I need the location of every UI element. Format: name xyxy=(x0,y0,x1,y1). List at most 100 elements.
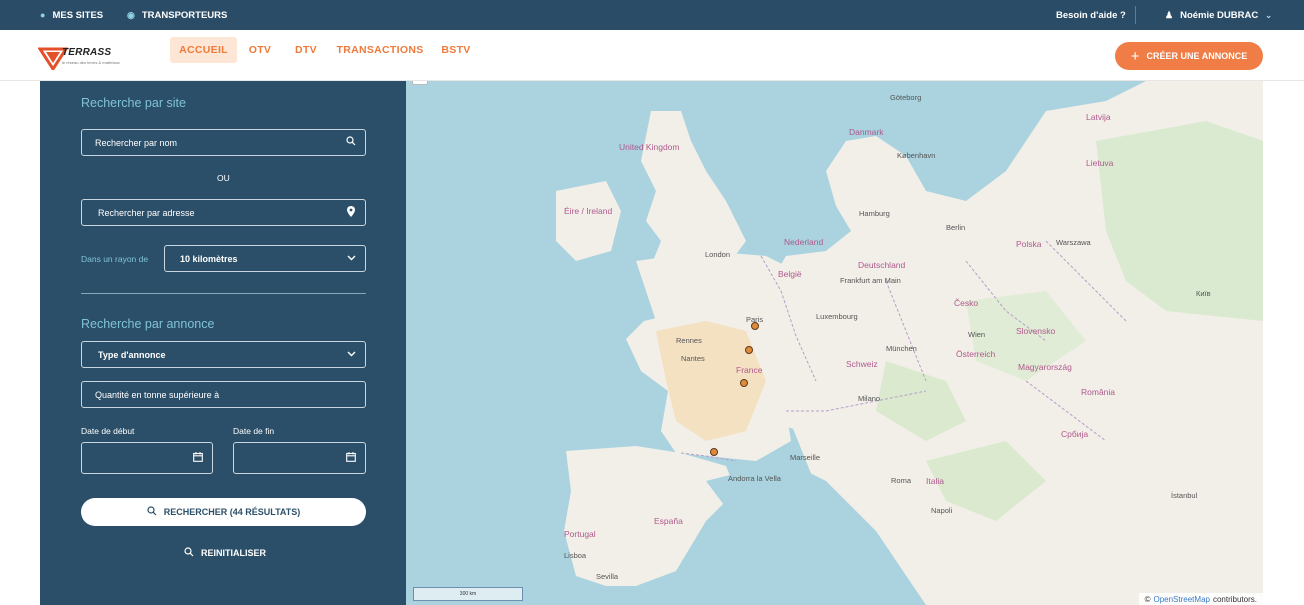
label-deutschland: Deutschland xyxy=(858,260,906,270)
label-luxembourg: Luxembourg xyxy=(816,312,858,321)
label-osterreich: Österreich xyxy=(956,349,996,359)
map-view[interactable]: United Kingdom Éire / Ireland France Esp… xyxy=(406,81,1263,605)
search-by-name-input[interactable]: Rechercher par nom xyxy=(81,129,366,156)
label-hamburg: Hamburg xyxy=(859,209,890,218)
listing-marker[interactable] xyxy=(710,448,718,456)
transporters-label: TRANSPORTEURS xyxy=(141,9,228,21)
search-by-address-placeholder: Rechercher par adresse xyxy=(98,207,195,218)
label-portugal: Portugal xyxy=(564,529,596,539)
label-kyiv: Київ xyxy=(1196,289,1211,298)
label-italia: Italia xyxy=(926,476,944,486)
calendar-icon xyxy=(337,451,365,465)
section-divider xyxy=(81,293,366,294)
label-napoli: Napoli xyxy=(931,506,953,515)
label-rennes: Rennes xyxy=(676,336,702,345)
nav-otv[interactable]: OTV xyxy=(247,37,273,63)
label-roma: Roma xyxy=(891,476,912,485)
user-icon: ♟ xyxy=(1165,9,1174,20)
radius-select[interactable]: 10 kilomètres xyxy=(164,245,366,272)
radius-label: Dans un rayon de xyxy=(81,254,149,264)
label-andorra: Andorra la Vella xyxy=(728,474,781,483)
end-date-input[interactable] xyxy=(233,442,366,474)
label-belgie: België xyxy=(778,269,802,279)
terrass-logo[interactable]: TERRASS le réseau des terres & matériaux xyxy=(37,40,148,72)
search-icon xyxy=(147,506,157,518)
transporters-link[interactable]: ◉ TRANSPORTEURS xyxy=(127,0,227,30)
nav-bstv[interactable]: BSTV xyxy=(441,37,471,63)
user-name: Noémie DUBRAC xyxy=(1180,9,1259,21)
openstreetmap-link[interactable]: OpenStreetMap xyxy=(1153,595,1209,604)
user-menu[interactable]: ♟ Noémie DUBRAC ⌄ xyxy=(1165,0,1272,30)
label-milano: Milano xyxy=(858,394,881,403)
help-link[interactable]: Besoin d'aide ? xyxy=(1056,0,1126,30)
label-espana: España xyxy=(654,516,683,526)
attribution-prefix: © xyxy=(1144,594,1151,604)
nav-dtv[interactable]: DTV xyxy=(293,37,319,63)
search-by-address-input[interactable]: Rechercher par adresse xyxy=(81,199,366,226)
label-marseille: Marseille xyxy=(790,453,821,462)
listing-type-select[interactable]: Type d'annonce xyxy=(81,341,366,368)
top-bar: ● MES SITES ◉ TRANSPORTEURS Besoin d'aid… xyxy=(0,0,1304,30)
label-warszawa: Warszawa xyxy=(1056,238,1091,247)
plus-icon: + xyxy=(1130,47,1140,65)
label-cesko: Česko xyxy=(954,298,979,308)
label-ireland: Éire / Ireland xyxy=(564,206,613,216)
zoom-control[interactable] xyxy=(412,81,428,85)
attribution-suffix: contributors. xyxy=(1212,594,1257,604)
label-goteborg: Göteborg xyxy=(890,93,922,102)
topbar-divider xyxy=(1135,6,1136,24)
listing-marker[interactable] xyxy=(740,379,748,387)
chevron-down-icon xyxy=(337,349,365,360)
label-nederland: Nederland xyxy=(784,237,824,247)
chevron-down-icon xyxy=(337,253,365,264)
listing-marker[interactable] xyxy=(745,346,753,354)
label-lietuva: Lietuva xyxy=(1086,158,1114,168)
logo-text: TERRASS xyxy=(62,47,112,58)
create-listing-button[interactable]: + CRÉER UNE ANNONCE xyxy=(1115,42,1263,70)
site-search-title: Recherche par site xyxy=(81,96,186,110)
label-magyarorszag: Magyarország xyxy=(1018,362,1072,372)
label-srbija: Србија xyxy=(1061,429,1089,439)
label-danmark: Danmark xyxy=(849,127,884,137)
reset-button-label: REINITIALISER xyxy=(201,548,267,558)
search-button-label: RECHERCHER (44 RÉSULTATS) xyxy=(163,507,301,517)
label-munchen: München xyxy=(886,344,917,353)
search-by-name-placeholder: Rechercher par nom xyxy=(95,137,178,148)
label-london: London xyxy=(705,250,731,259)
end-date-label: Date de fin xyxy=(233,426,275,436)
calendar-icon xyxy=(184,451,212,465)
main-header: TERRASS le réseau des terres & matériaux… xyxy=(0,30,1304,81)
label-frankfurt: Frankfurt am Main xyxy=(840,276,901,285)
label-latvija: Latvija xyxy=(1086,112,1111,122)
search-icon xyxy=(184,547,194,559)
label-uk: United Kingdom xyxy=(619,142,680,152)
search-button[interactable]: RECHERCHER (44 RÉSULTATS) xyxy=(81,498,366,526)
label-kobenhavn: København xyxy=(897,151,936,160)
quantity-input[interactable]: Quantité en tonne supérieure à xyxy=(81,381,366,408)
map-basemap xyxy=(556,81,1263,605)
nav-accueil[interactable]: ACCUEIL xyxy=(170,37,237,63)
map-attribution: © OpenStreetMap contributors. xyxy=(1138,593,1263,605)
reset-button[interactable]: REINITIALISER xyxy=(184,547,266,559)
label-polska: Polska xyxy=(1016,239,1042,249)
radius-value: 10 kilomètres xyxy=(180,253,238,264)
label-sevilla: Sevilla xyxy=(596,572,619,581)
listing-type-value: Type d'annonce xyxy=(98,349,166,360)
my-sites-link[interactable]: ● MES SITES xyxy=(40,0,103,30)
start-date-label: Date de début xyxy=(81,426,135,436)
label-schweiz: Schweiz xyxy=(846,359,878,369)
chevron-down-icon: ⌄ xyxy=(1265,10,1272,20)
quantity-placeholder: Quantité en tonne supérieure à xyxy=(95,389,220,400)
nav-transactions[interactable]: TRANSACTIONS xyxy=(337,37,424,63)
label-nantes: Nantes xyxy=(681,354,705,363)
start-date-input[interactable] xyxy=(81,442,213,474)
label-wien: Wien xyxy=(968,330,986,339)
label-slovensko: Slovensko xyxy=(1016,326,1056,336)
create-listing-label: CRÉER UNE ANNONCE xyxy=(1146,51,1248,61)
listing-marker[interactable] xyxy=(751,322,759,330)
help-label: Besoin d'aide ? xyxy=(1056,9,1126,21)
label-istanbul: İstanbul xyxy=(1171,491,1198,500)
truck-icon: ◉ xyxy=(127,9,135,20)
search-icon xyxy=(337,136,365,149)
location-pin-icon xyxy=(337,205,365,220)
